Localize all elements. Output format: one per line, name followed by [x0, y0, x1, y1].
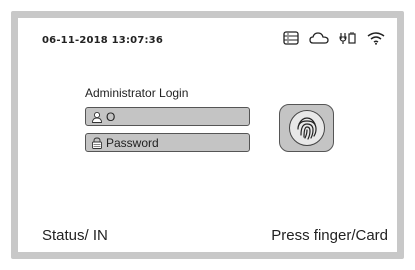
datetime-display: 06-11-2018 13:07:36 [42, 35, 163, 46]
display-screen: 06-11-2018 13:07:36 Administrator Login … [18, 18, 397, 252]
network-plug-icon [339, 31, 357, 45]
fingerprint-button[interactable] [279, 104, 334, 152]
wifi-icon [367, 31, 385, 45]
user-icon [91, 111, 103, 123]
user-id-field[interactable]: O [85, 107, 250, 126]
password-field[interactable]: Password [85, 133, 250, 152]
press-finger-prompt: Press finger/Card [271, 227, 388, 244]
user-id-value: O [106, 109, 116, 124]
status-icons [283, 31, 385, 45]
status-label: Status/ IN [42, 227, 108, 244]
fingerprint-icon [288, 110, 325, 146]
login-title: Administrator Login [85, 86, 189, 100]
storage-icon [283, 31, 299, 45]
device-frame: 06-11-2018 13:07:36 Administrator Login … [0, 0, 415, 270]
lock-icon [91, 137, 103, 149]
cloud-icon [309, 31, 329, 45]
password-placeholder: Password [106, 135, 159, 150]
